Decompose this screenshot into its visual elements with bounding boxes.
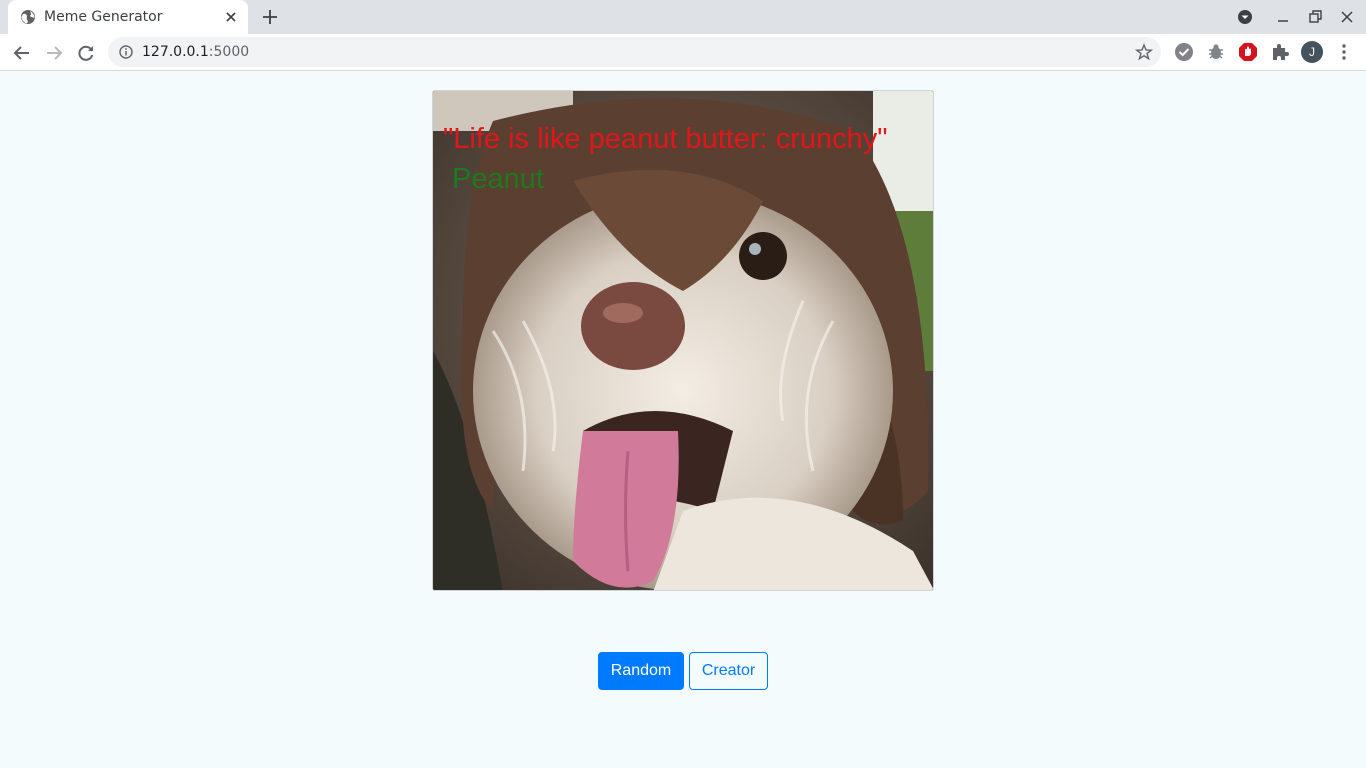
meme-image: "Life is like peanut butter: crunchy" Pe… [432, 90, 934, 591]
kebab-menu-icon[interactable] [1336, 43, 1352, 61]
new-tab-plus-icon[interactable] [258, 6, 282, 28]
url-text[interactable]: 127.0.0.1:5000 [142, 44, 249, 60]
minimize-icon[interactable] [1271, 6, 1295, 28]
tab-search-icon[interactable] [1233, 6, 1257, 28]
tab-title: Meme Generator [44, 9, 163, 25]
tab-meme-generator[interactable]: Meme Generator [8, 0, 248, 34]
url-port: :5000 [208, 44, 250, 60]
meme-quote-text: "Life is like peanut butter: crunchy" [443, 123, 888, 155]
tab-strip: Meme Generator [0, 0, 1366, 34]
shield-icon[interactable] [1238, 42, 1258, 62]
back-arrow-icon[interactable] [8, 39, 36, 67]
creator-button[interactable]: Creator [689, 652, 768, 690]
close-window-icon[interactable] [1335, 6, 1359, 28]
forward-arrow-icon[interactable] [40, 39, 68, 67]
url-host: 127.0.0.1 [142, 44, 209, 60]
bug-icon[interactable] [1206, 42, 1226, 62]
address-bar[interactable]: 127.0.0.1:5000 [108, 37, 1161, 67]
restore-icon[interactable] [1303, 6, 1327, 28]
profile-avatar[interactable]: J [1301, 41, 1323, 63]
globe-icon [21, 10, 35, 24]
meme-author-text: Peanut [452, 163, 544, 195]
reload-icon[interactable] [72, 39, 100, 67]
check-circle-icon[interactable] [1174, 42, 1194, 62]
puzzle-icon[interactable] [1270, 42, 1290, 62]
info-icon[interactable] [119, 45, 133, 59]
bookmark-star-icon[interactable] [1135, 43, 1153, 61]
browser-toolbar: 127.0.0.1:5000 J [0, 34, 1366, 71]
close-icon[interactable] [222, 8, 240, 26]
random-button[interactable]: Random [598, 652, 684, 690]
